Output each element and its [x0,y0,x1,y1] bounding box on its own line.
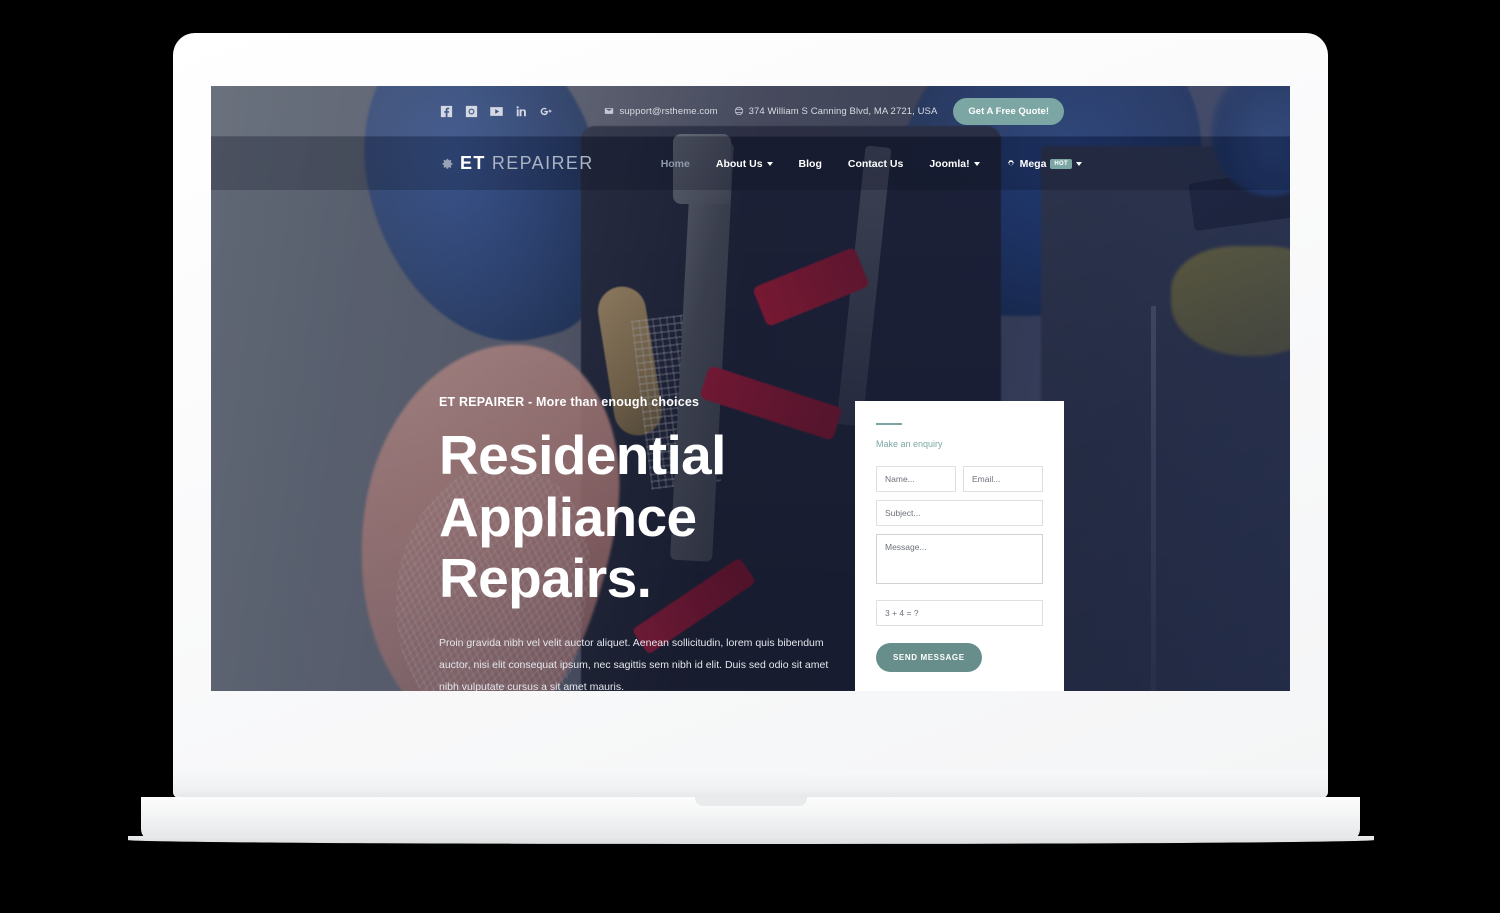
hero-section: support@rstheme.com 374 William S Cannin… [211,86,1290,691]
subject-row [876,500,1043,526]
enquiry-title: Make an enquiry [876,439,943,449]
laptop-screen: support@rstheme.com 374 William S Cannin… [211,86,1290,691]
enquiry-form-panel: Make an enquiry SEND MESSAGE [855,401,1064,691]
captcha-input[interactable] [876,600,1043,626]
facebook-icon[interactable] [439,104,454,119]
hero-title-line-2: Appliance [439,485,697,548]
logo-primary-text: ET [460,153,486,173]
laptop-mockup: support@rstheme.com 374 William S Cannin… [0,0,1500,913]
laptop-base [141,797,1360,841]
hot-badge: HOT [1050,158,1072,169]
email-info: support@rstheme.com [604,106,717,117]
nav-item-joomla[interactable]: Joomla! [929,157,980,170]
envelope-icon [605,108,614,114]
googleplus-icon[interactable] [539,104,554,119]
email-text: support@rstheme.com [619,105,718,117]
nav-menu: Home About Us Blog Contact Us Joomla! Me… [661,158,1290,170]
chevron-down-icon [1076,162,1082,166]
gear-logo-icon [442,158,453,169]
top-utility-bar: support@rstheme.com 374 William S Cannin… [211,86,1290,136]
nav-label-contact-us: Contact Us [847,157,904,170]
nav-item-home[interactable]: Home [661,158,690,170]
hero-title-line-1: Residential [439,424,726,486]
message-textarea[interactable] [876,534,1043,584]
name-email-row [876,466,1043,492]
hero-paragraph: Proin gravida nibh vel velit auctor aliq… [439,636,829,691]
hero-title: Residential Appliance Repairs. [439,424,859,610]
linkedin-icon[interactable] [514,104,529,119]
nav-item-mega[interactable]: Mega HOT [1006,158,1082,170]
laptop-notch [694,797,807,806]
nav-label-joomla: Joomla! [929,157,970,170]
website-page: support@rstheme.com 374 William S Cannin… [211,86,1290,691]
hero-kicker: ET REPAIRER - More than enough choices [439,395,700,409]
get-free-quote-button[interactable]: Get A Free Quote! [953,97,1064,125]
hero-title-line-3: Repairs. [439,547,652,610]
subject-input[interactable] [876,500,1043,526]
chevron-down-icon [973,162,980,166]
logo-secondary-text: REPAIRER [491,153,594,173]
name-input[interactable] [876,466,956,492]
enquiry-accent-dash [876,423,902,425]
chevron-down-icon [766,162,773,166]
main-navigation-bar: ET REPAIRER Home About Us Blog Contact U… [211,136,1290,190]
address-text: 374 William S Canning Blvd, MA 2721, USA [748,105,938,117]
nav-item-blog[interactable]: Blog [799,158,822,170]
globe-icon [734,106,743,116]
topbar-contact-area: support@rstheme.com 374 William S Cannin… [604,97,1272,125]
instagram-icon[interactable] [464,104,479,119]
nav-item-contact-us[interactable]: Contact Us [848,158,903,170]
email-input[interactable] [963,466,1043,492]
laptop-hinge [173,770,1328,798]
nav-label-about-us: About Us [715,157,763,170]
hero-copy: ET REPAIRER - More than enough choices R… [439,395,859,691]
youtube-icon[interactable] [489,104,504,119]
mega-gear-icon [1007,159,1014,166]
nav-label-home: Home [660,157,690,170]
site-logo[interactable]: ET REPAIRER [439,153,594,174]
social-links [439,104,554,119]
address-info: 374 William S Canning Blvd, MA 2721, USA [734,106,938,117]
nav-item-about-us[interactable]: About Us [716,158,773,170]
send-message-button[interactable]: SEND MESSAGE [876,643,982,672]
nav-label-blog: Blog [798,157,822,170]
nav-label-mega: Mega [1019,157,1047,170]
